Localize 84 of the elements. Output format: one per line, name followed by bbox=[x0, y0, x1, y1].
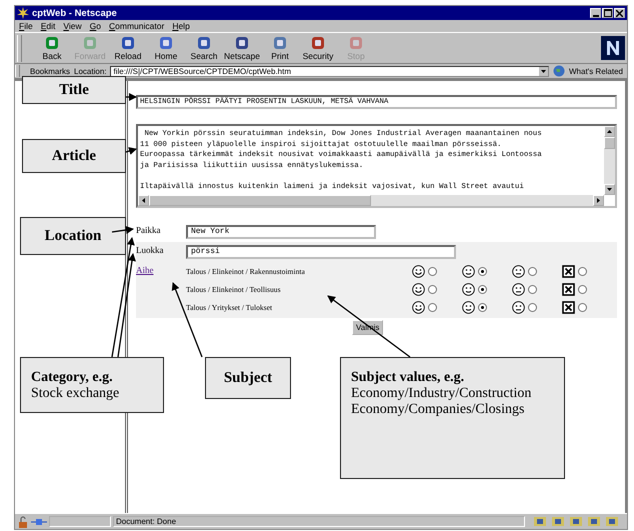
arrow bbox=[112, 226, 134, 234]
rating-radio[interactable] bbox=[578, 302, 587, 312]
callout-title: Title bbox=[59, 82, 89, 98]
location-label: Location: bbox=[74, 66, 106, 76]
minimize-button[interactable] bbox=[590, 8, 601, 18]
slight-smile-icon bbox=[462, 300, 475, 314]
callout-title: Subject values, e.g. bbox=[351, 370, 466, 386]
component-icon[interactable] bbox=[605, 516, 619, 527]
rating-radio[interactable] bbox=[478, 284, 487, 294]
vertical-scrollbar[interactable] bbox=[604, 126, 615, 195]
callout-title: Article bbox=[52, 148, 96, 164]
status-text: Document: Done bbox=[113, 516, 525, 527]
arrow bbox=[126, 147, 137, 155]
callout-title: Category, e.g. bbox=[31, 370, 114, 386]
app-icon bbox=[17, 7, 29, 19]
rating-radio[interactable] bbox=[428, 284, 437, 294]
smiley-face-icon bbox=[412, 264, 425, 278]
neutral-face-icon bbox=[512, 282, 525, 296]
bookmarks-button[interactable]: Bookmarks bbox=[30, 66, 70, 76]
url-field[interactable]: file:///S|/CPT/WEBSource/CPTDEMO/cptWeb.htm bbox=[110, 66, 549, 76]
rating-radio[interactable] bbox=[578, 266, 587, 276]
callout-text: Economy/Industry/Construction bbox=[351, 386, 532, 402]
scroll-thumb[interactable] bbox=[604, 137, 615, 149]
caret-down-icon bbox=[607, 188, 612, 191]
rating-radio[interactable] bbox=[528, 266, 537, 276]
rating-radio[interactable] bbox=[478, 302, 487, 312]
toolbar-button[interactable]: Security bbox=[300, 35, 336, 61]
toolbar-button[interactable]: Reload bbox=[110, 35, 146, 61]
menu-item[interactable]: View bbox=[63, 21, 82, 31]
x-box-icon bbox=[562, 300, 575, 314]
caret-right-icon bbox=[597, 198, 600, 203]
toolbar-button[interactable]: Home bbox=[148, 35, 184, 61]
component-icon[interactable] bbox=[569, 516, 583, 527]
scroll-thumb[interactable] bbox=[149, 195, 371, 206]
class-field[interactable]: pörssi bbox=[186, 245, 456, 259]
window-title: cptWeb - Netscape bbox=[32, 8, 117, 18]
horizontal-scrollbar[interactable] bbox=[138, 195, 604, 206]
rating-radio[interactable] bbox=[478, 266, 487, 276]
whats-related-button[interactable]: What's Related bbox=[569, 66, 623, 76]
component-icon[interactable] bbox=[533, 516, 547, 527]
rating-radio[interactable] bbox=[428, 266, 437, 276]
menu-item[interactable]: File bbox=[19, 21, 33, 31]
x-box-icon bbox=[562, 264, 575, 278]
x-box-icon bbox=[562, 282, 575, 296]
caret-up-icon bbox=[607, 130, 612, 133]
menu-item[interactable]: Edit bbox=[40, 21, 56, 31]
subject-link[interactable]: Aihe bbox=[136, 265, 154, 275]
neutral-face-icon bbox=[512, 300, 525, 314]
menu-item[interactable]: Go bbox=[90, 21, 102, 31]
article-text-area[interactable] bbox=[136, 124, 617, 208]
dropdown-button[interactable] bbox=[539, 66, 548, 76]
class-label: Luokka bbox=[136, 244, 164, 255]
rating-radio[interactable] bbox=[428, 302, 437, 312]
rating-radio[interactable] bbox=[528, 302, 537, 312]
slight-smile-icon bbox=[462, 282, 475, 296]
toolbar-button[interactable]: Netscape bbox=[224, 35, 260, 61]
callout-text: Stock exchange bbox=[31, 386, 120, 402]
place-label: Paikka bbox=[136, 224, 162, 235]
maximize-button[interactable] bbox=[602, 8, 613, 18]
callout-text: Economy/Companies/Closings bbox=[351, 402, 526, 418]
menu-item[interactable]: Communicator bbox=[109, 21, 164, 31]
component-icon[interactable] bbox=[587, 516, 601, 527]
globe-icon bbox=[553, 65, 565, 77]
smiley-face-icon bbox=[412, 300, 425, 314]
toolbar-button[interactable]: Search bbox=[186, 35, 222, 61]
status-cell bbox=[49, 516, 111, 527]
callout-title: Location bbox=[44, 228, 102, 244]
callout-title: Subject bbox=[224, 370, 272, 386]
menu-item[interactable]: Help bbox=[172, 21, 190, 31]
smiley-face-icon bbox=[412, 282, 425, 296]
rating-radio[interactable] bbox=[528, 284, 537, 294]
caret-down-icon bbox=[541, 70, 546, 72]
rating-radio[interactable] bbox=[578, 284, 587, 294]
component-icon[interactable] bbox=[551, 516, 565, 527]
close-button[interactable] bbox=[614, 8, 625, 18]
netscape-logo bbox=[601, 36, 625, 60]
place-field[interactable]: New York bbox=[186, 225, 376, 239]
toolbar-button[interactable]: Print bbox=[262, 35, 298, 61]
toolbar-button[interactable]: Back bbox=[34, 35, 70, 61]
caret-left-icon bbox=[142, 198, 145, 203]
neutral-face-icon bbox=[512, 264, 525, 278]
slight-smile-icon bbox=[462, 264, 475, 278]
arrow bbox=[126, 93, 137, 101]
plug-icon bbox=[31, 516, 47, 526]
